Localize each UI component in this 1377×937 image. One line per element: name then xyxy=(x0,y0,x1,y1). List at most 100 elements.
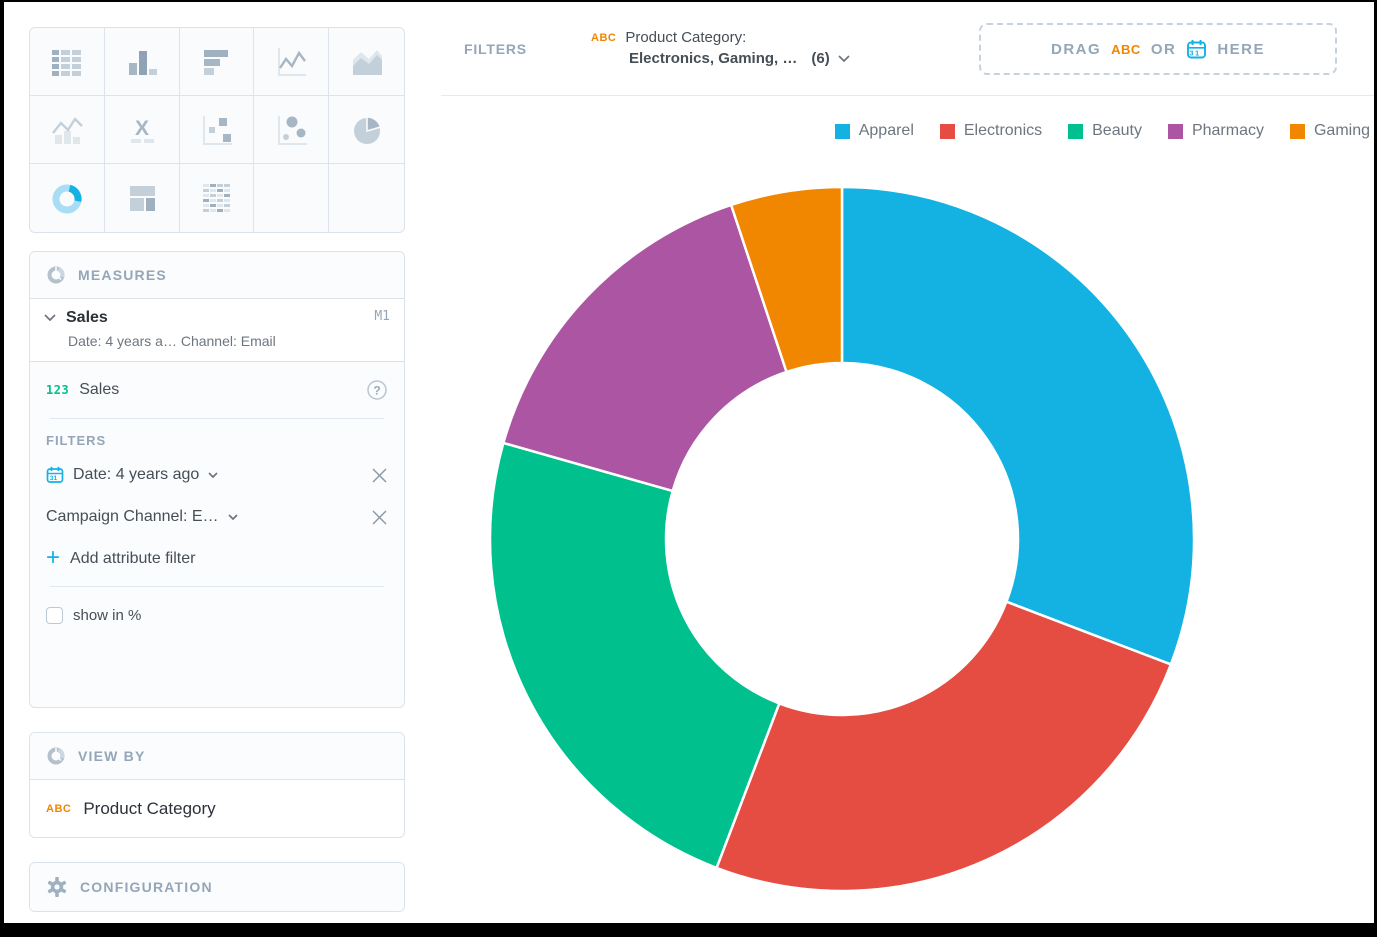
dropzone-word-or: OR xyxy=(1151,41,1177,58)
remove-filter-icon[interactable] xyxy=(371,509,388,526)
legend-label: Beauty xyxy=(1092,122,1142,140)
filters-section-label: FILTERS xyxy=(46,433,388,448)
donut-chart-icon xyxy=(47,178,87,218)
svg-text:31: 31 xyxy=(1190,48,1201,57)
filter-date-dropdown[interactable]: 31 Date: 4 years ago xyxy=(46,466,362,484)
attribute-token-icon: ABC xyxy=(46,803,71,815)
show-in-percent-checkbox[interactable] xyxy=(46,607,63,624)
bar-chart-icon xyxy=(196,42,236,82)
chart-type-empty-1 xyxy=(254,164,329,232)
chart-type-pie[interactable] xyxy=(329,96,404,164)
divider xyxy=(50,586,384,587)
combo-chart-icon xyxy=(47,110,87,150)
filter-bar-label: FILTERS xyxy=(464,41,527,57)
attribute-token-icon: ABC xyxy=(591,32,616,44)
configuration-header[interactable]: CONFIGURATION xyxy=(30,863,404,911)
donut-section-icon xyxy=(46,265,66,285)
attribute-chip-count: (6) xyxy=(811,50,829,67)
legend-item-pharmacy[interactable]: Pharmacy xyxy=(1168,122,1264,140)
chevron-down-icon[interactable] xyxy=(44,314,56,322)
scatter-plot-icon xyxy=(196,110,236,150)
headline-icon: X xyxy=(122,110,162,150)
legend-item-electronics[interactable]: Electronics xyxy=(940,122,1042,140)
chart-type-heatmap[interactable] xyxy=(180,164,255,232)
measure-item-sales[interactable]: Sales M1 Date: 4 years a… Channel: Email xyxy=(30,299,404,362)
chart-type-picker: X xyxy=(29,27,405,233)
filter-campaign-dropdown[interactable]: Campaign Channel: E… xyxy=(46,508,362,526)
table-icon xyxy=(47,42,87,82)
attribute-token-icon: ABC xyxy=(1111,42,1141,57)
chart-area: FILTERS ABC Product Category: Electronic… xyxy=(441,2,1374,923)
metric-row-sales[interactable]: 123 Sales ? xyxy=(46,368,388,412)
attribute-chip-title: Product Category: xyxy=(625,29,746,46)
svg-text:?: ? xyxy=(373,384,380,398)
plus-icon: + xyxy=(46,546,60,570)
heatmap-icon xyxy=(196,178,236,218)
help-icon[interactable]: ? xyxy=(366,379,388,401)
measures-header-label: MEASURES xyxy=(78,267,167,283)
chart-type-bar[interactable] xyxy=(180,28,255,96)
legend-label: Pharmacy xyxy=(1192,122,1264,140)
legend-item-gaming[interactable]: Gaming xyxy=(1290,122,1370,140)
chart-type-table[interactable] xyxy=(30,28,105,96)
legend-label: Apparel xyxy=(859,122,914,140)
chart-type-treemap[interactable] xyxy=(105,164,180,232)
chart-type-scatter[interactable] xyxy=(180,96,255,164)
donut-section-icon xyxy=(46,746,66,766)
donut-slice-apparel[interactable] xyxy=(842,187,1194,664)
add-attribute-filter-button[interactable]: + Add attribute filter xyxy=(46,538,388,580)
legend-label: Electronics xyxy=(964,122,1042,140)
legend-item-beauty[interactable]: Beauty xyxy=(1068,122,1142,140)
measure-subtitle: Date: 4 years a… Channel: Email xyxy=(68,333,390,349)
attribute-filter-chip[interactable]: ABC Product Category: Electronics, Gamin… xyxy=(591,29,850,67)
dropzone-word-drag: DRAG xyxy=(1051,41,1101,58)
legend-swatch xyxy=(1068,124,1083,139)
remove-filter-icon[interactable] xyxy=(371,467,388,484)
view-by-attribute-item[interactable]: ABC Product Category xyxy=(30,780,404,838)
chart-type-empty-2 xyxy=(329,164,404,232)
legend-swatch xyxy=(1168,124,1183,139)
chart-type-column[interactable] xyxy=(105,28,180,96)
chart-type-combo[interactable] xyxy=(30,96,105,164)
filter-date-label: Date: 4 years ago xyxy=(73,466,199,484)
filter-date: 31 Date: 4 years ago xyxy=(46,454,388,496)
legend-label: Gaming xyxy=(1314,122,1370,140)
measure-tag: M1 xyxy=(374,309,390,324)
chart-legend: Apparel Electronics Beauty Pharmacy Gaming xyxy=(835,122,1370,140)
chart-type-donut[interactable] xyxy=(30,164,105,232)
divider xyxy=(50,418,384,419)
chevron-down-icon xyxy=(838,55,850,63)
pie-chart-icon xyxy=(347,110,387,150)
gear-icon xyxy=(46,876,68,898)
metric-label: Sales xyxy=(79,381,356,399)
dropzone-word-here: HERE xyxy=(1217,41,1265,58)
legend-swatch xyxy=(940,124,955,139)
donut-slice-electronics[interactable] xyxy=(717,602,1171,891)
app-window: X xyxy=(4,2,1374,923)
configuration-panel[interactable]: CONFIGURATION xyxy=(29,862,405,912)
legend-item-apparel[interactable]: Apparel xyxy=(835,122,914,140)
numeric-token-icon: 123 xyxy=(46,383,69,397)
chart-type-bubble[interactable] xyxy=(254,96,329,164)
chart-type-area[interactable] xyxy=(329,28,404,96)
treemap-icon xyxy=(122,178,162,218)
bubble-chart-icon xyxy=(271,110,311,150)
filter-drop-zone[interactable]: DRAG ABC OR 31 HERE xyxy=(979,23,1337,75)
chart-type-line[interactable] xyxy=(254,28,329,96)
measures-header: MEASURES xyxy=(30,252,404,299)
view-by-header-label: VIEW BY xyxy=(78,748,146,764)
view-by-attribute-label: Product Category xyxy=(83,799,215,819)
donut-slice-beauty[interactable] xyxy=(490,443,779,868)
legend-swatch xyxy=(1290,124,1305,139)
donut-chart xyxy=(482,179,1202,899)
measure-title: Sales xyxy=(66,309,108,327)
column-chart-icon xyxy=(122,42,162,82)
chart-type-headline[interactable]: X xyxy=(105,96,180,164)
svg-text:X: X xyxy=(135,117,149,140)
chevron-down-icon xyxy=(228,514,238,521)
filter-campaign-channel: Campaign Channel: E… xyxy=(46,496,388,538)
show-in-percent-label: show in % xyxy=(73,607,141,624)
divider xyxy=(441,95,1374,96)
chevron-down-icon xyxy=(208,472,218,479)
add-attribute-filter-label: Add attribute filter xyxy=(70,550,195,568)
